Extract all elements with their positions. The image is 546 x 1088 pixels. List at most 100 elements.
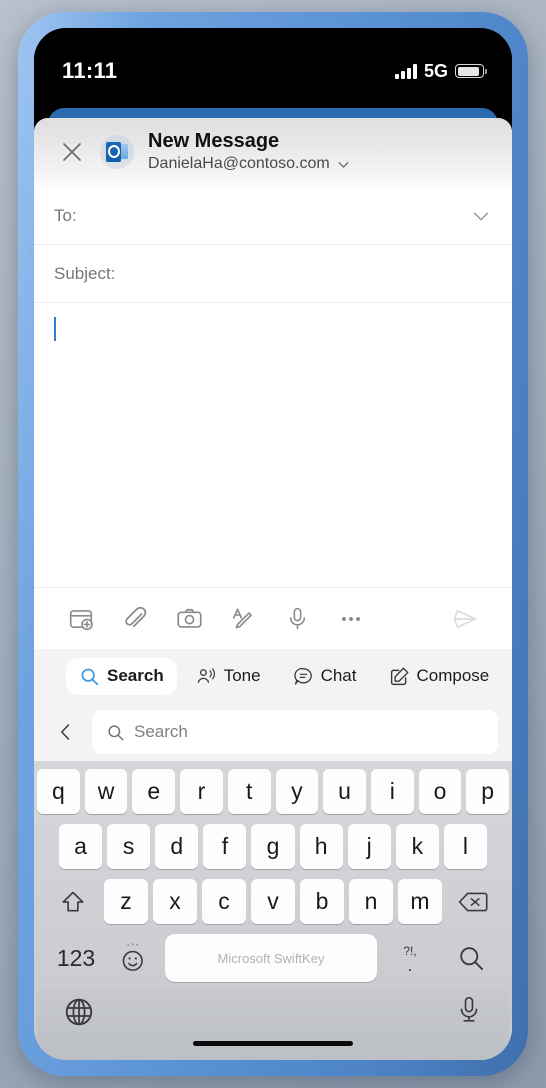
- calendar-add-button[interactable]: [54, 596, 108, 642]
- swiftkey-keyboard: q w e r t y u i o p a s d f g h j k l z …: [34, 761, 512, 1060]
- more-horizontal-icon: [342, 616, 360, 621]
- search-icon: [460, 947, 484, 971]
- attach-file-button[interactable]: [108, 596, 162, 642]
- tab-label: Chat: [320, 666, 357, 685]
- tab-label: Search: [107, 666, 164, 685]
- home-indicator: [193, 1041, 353, 1046]
- chevron-down-icon: [338, 161, 349, 168]
- space-key[interactable]: Microsoft SwiftKey: [165, 934, 377, 982]
- search-icon: [81, 668, 99, 685]
- key-l[interactable]: l: [443, 824, 487, 869]
- key-a[interactable]: a: [59, 824, 103, 869]
- status-bar-indicators: 5G: [395, 60, 487, 82]
- tab-label: Tone: [223, 666, 261, 685]
- key-c[interactable]: c: [202, 879, 246, 924]
- key-o[interactable]: o: [418, 769, 462, 814]
- key-q[interactable]: q: [36, 769, 80, 814]
- key-v[interactable]: v: [251, 879, 295, 924]
- from-account-row[interactable]: DanielaHa@contoso.com: [148, 155, 492, 173]
- punctuation-key-bottom: .: [407, 957, 413, 975]
- chevron-down-icon[interactable]: [470, 205, 492, 227]
- signal-bars-icon: [395, 63, 417, 79]
- keyboard-row-2: a s d f g h j k l: [37, 824, 509, 869]
- keyboard-bottom-bar: [37, 990, 509, 1060]
- key-w[interactable]: w: [84, 769, 128, 814]
- battery-icon: [455, 64, 487, 78]
- tab-chat[interactable]: Chat: [280, 658, 370, 695]
- backspace-key[interactable]: [447, 879, 499, 924]
- from-address-label: DanielaHa@contoso.com: [148, 155, 330, 172]
- key-j[interactable]: j: [347, 824, 391, 869]
- key-s[interactable]: s: [107, 824, 151, 869]
- punctuation-key[interactable]: ?!, .: [383, 934, 437, 982]
- emoji-key[interactable]: [111, 934, 159, 982]
- key-p[interactable]: p: [466, 769, 510, 814]
- compose-header: New Message DanielaHa@contoso.com: [34, 118, 512, 187]
- key-t[interactable]: t: [227, 769, 271, 814]
- search-icon: [108, 724, 124, 740]
- compose-header-text: New Message DanielaHa@contoso.com: [148, 130, 492, 173]
- language-switch-key[interactable]: [63, 996, 95, 1028]
- search-input[interactable]: Search: [92, 710, 498, 754]
- subject-field-row[interactable]: Subject:: [34, 245, 512, 303]
- key-d[interactable]: d: [155, 824, 199, 869]
- dictate-button[interactable]: [270, 596, 324, 642]
- tab-search[interactable]: Search: [66, 657, 177, 695]
- send-icon: [453, 609, 477, 628]
- shift-icon: [62, 891, 84, 911]
- page-title: New Message: [148, 130, 280, 152]
- paperclip-icon: [125, 606, 147, 627]
- keyboard-row-3: z x c v b n m: [37, 879, 509, 924]
- key-z[interactable]: z: [104, 879, 148, 924]
- dictation-key[interactable]: [455, 996, 483, 1026]
- calendar-add-icon: [69, 609, 93, 630]
- key-b[interactable]: b: [300, 879, 344, 924]
- key-e[interactable]: e: [132, 769, 176, 814]
- format-text-button[interactable]: [216, 596, 270, 642]
- tab-label: Compose: [416, 666, 490, 685]
- send-button[interactable]: [438, 596, 492, 642]
- enter-search-key[interactable]: [443, 934, 499, 982]
- key-r[interactable]: r: [180, 769, 223, 814]
- keyboard-row-4: 123 Microsoft SwiftKey ?!, .: [37, 934, 509, 982]
- tab-compose[interactable]: Compose: [376, 658, 503, 695]
- tone-icon: [197, 667, 215, 683]
- key-f[interactable]: f: [203, 824, 247, 869]
- key-i[interactable]: i: [370, 769, 414, 814]
- back-button[interactable]: [52, 718, 80, 746]
- key-y[interactable]: y: [275, 769, 319, 814]
- globe-icon: [65, 998, 93, 1026]
- key-g[interactable]: g: [251, 824, 295, 869]
- key-n[interactable]: n: [349, 879, 393, 924]
- text-caret: [54, 317, 56, 341]
- close-button[interactable]: [54, 134, 90, 170]
- search-placeholder: Search: [134, 722, 188, 741]
- chat-bubble-icon: [293, 667, 312, 685]
- key-m[interactable]: m: [398, 879, 442, 924]
- compose-edit-icon: [390, 667, 408, 685]
- network-type-label: 5G: [423, 60, 448, 81]
- key-u[interactable]: u: [323, 769, 366, 814]
- key-x[interactable]: x: [153, 879, 197, 924]
- copilot-tab-strip: Search Tone Chat Compose: [34, 649, 512, 703]
- message-body-input[interactable]: [34, 303, 512, 587]
- microphone-icon: [460, 996, 478, 1022]
- phone-screen: 11:11 5G New Message DanielaHa@contoso.c…: [34, 28, 512, 1060]
- close-icon: [63, 142, 81, 161]
- key-k[interactable]: k: [395, 824, 439, 869]
- to-field-label: To:: [54, 205, 77, 225]
- camera-button[interactable]: [162, 596, 216, 642]
- microphone-icon: [289, 607, 305, 630]
- status-bar: 11:11 5G: [34, 28, 512, 100]
- punctuation-key-top: ?!,: [403, 943, 417, 958]
- search-row: Search: [34, 703, 512, 761]
- subject-field-label: Subject:: [54, 263, 116, 283]
- more-options-button[interactable]: [324, 596, 378, 642]
- chevron-left-icon: [61, 724, 70, 740]
- numbers-key[interactable]: 123: [47, 934, 105, 982]
- to-field-row[interactable]: To:: [34, 187, 512, 245]
- emoji-icon: [122, 943, 143, 971]
- tab-tone[interactable]: Tone: [183, 658, 274, 695]
- key-h[interactable]: h: [299, 824, 343, 869]
- shift-key[interactable]: [47, 879, 99, 924]
